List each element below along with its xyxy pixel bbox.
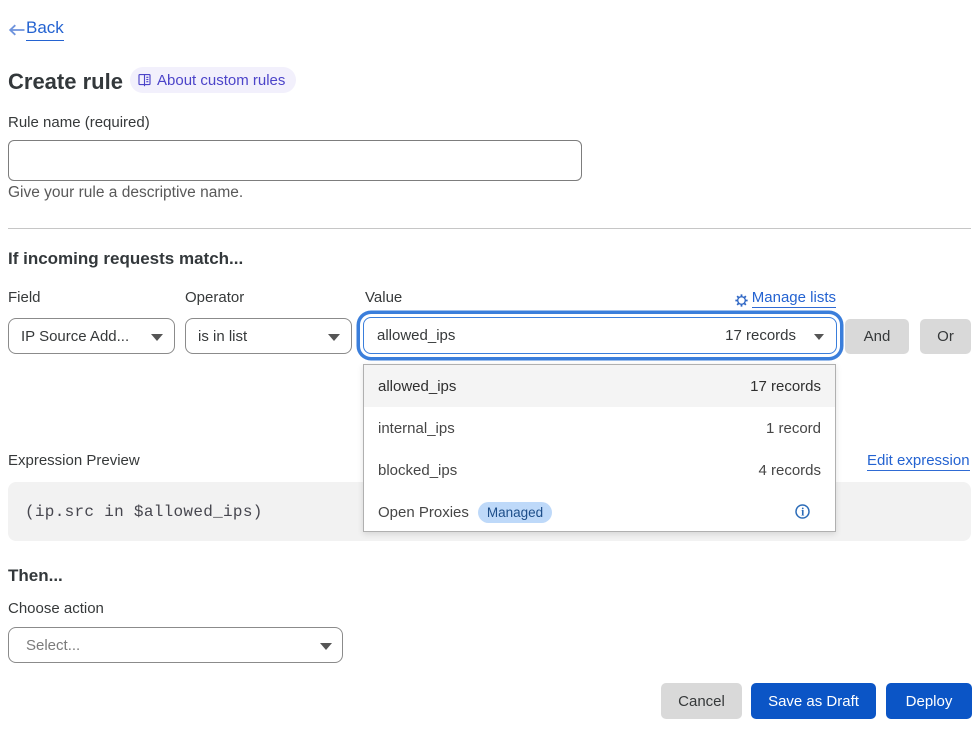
svg-text:i: i [801, 506, 805, 518]
